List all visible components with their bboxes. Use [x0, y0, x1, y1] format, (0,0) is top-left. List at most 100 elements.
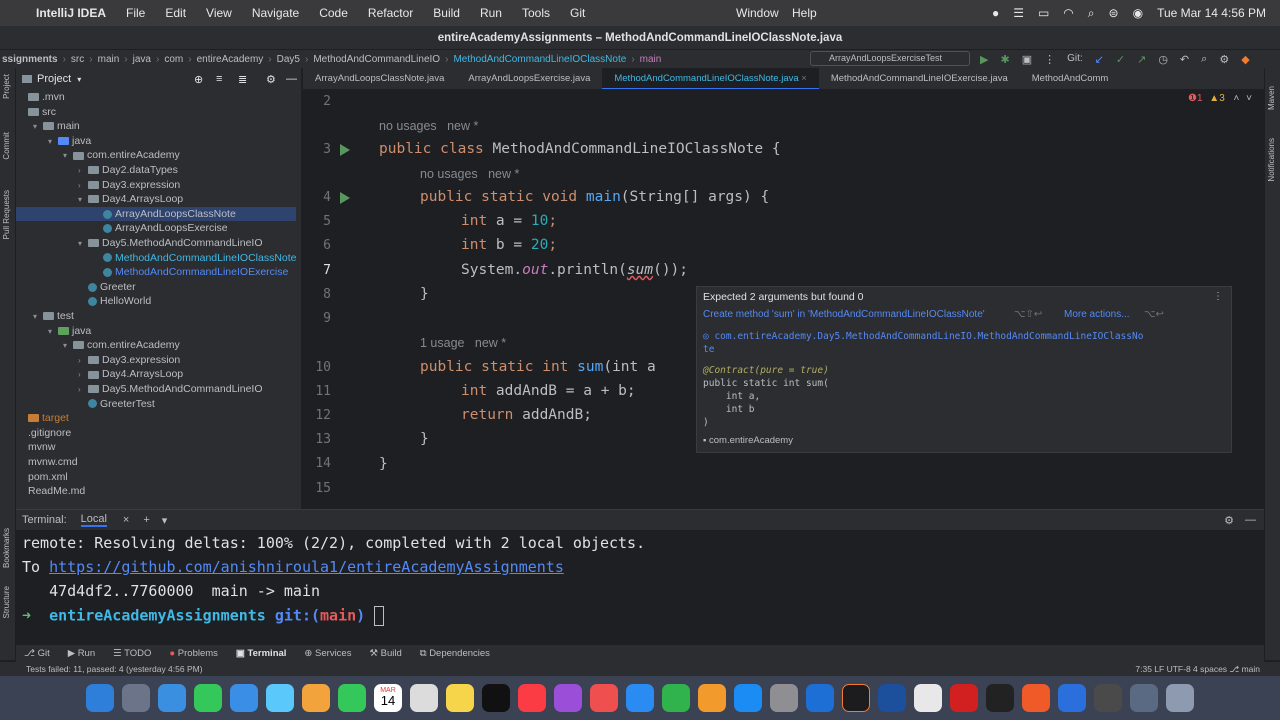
chevron-down-icon[interactable]: ˅ — [1246, 93, 1252, 104]
tree-item[interactable]: .mvn — [16, 90, 296, 105]
wifi-icon[interactable]: ◠ — [1063, 6, 1073, 20]
tree-item[interactable]: mvnw.cmd — [16, 455, 296, 470]
breadcrumb-method[interactable]: main — [640, 54, 662, 65]
toolwindow-todo[interactable]: ☰ TODO — [113, 648, 151, 659]
hide-panel-icon[interactable]: — — [286, 73, 297, 85]
breadcrumb-package[interactable]: MethodAndCommandLineIO — [313, 54, 440, 65]
breadcrumb-entireacademy[interactable]: entireAcademy — [197, 54, 264, 65]
search-everywhere-icon[interactable]: ⌕ — [1201, 53, 1207, 66]
qualified-name-link[interactable]: ◎ com.entireAcademy.Day5.MethodAndComman… — [703, 331, 1143, 342]
tree-item[interactable]: mvnw — [16, 440, 296, 455]
search-icon[interactable]: ⌕ — [1088, 6, 1095, 21]
control-center-icon[interactable]: ⊜ — [1109, 6, 1119, 20]
launchpad-icon[interactable] — [122, 684, 150, 712]
tree-item[interactable]: ArrayAndLoopsExercise — [16, 221, 296, 236]
system-settings-icon[interactable] — [770, 684, 798, 712]
menu-refactor[interactable]: Refactor — [368, 6, 413, 20]
battery-icon[interactable]: ▭ — [1038, 6, 1049, 20]
gear-icon[interactable]: ⚙ — [266, 73, 276, 86]
tree-item[interactable]: ▾ java — [16, 324, 296, 339]
git-update-icon[interactable]: ↙ — [1095, 53, 1104, 66]
more-options-icon[interactable]: ⋮ — [1213, 291, 1223, 302]
run-icon[interactable]: ▶ — [980, 53, 988, 66]
numbers-icon[interactable] — [662, 684, 690, 712]
notes-icon[interactable] — [446, 684, 474, 712]
tree-item[interactable]: .gitignore — [16, 426, 296, 441]
hide-panel-icon[interactable]: — — [1245, 514, 1256, 526]
pull-requests-tool-label[interactable]: Pull Requests — [2, 190, 11, 239]
chevron-right-icon[interactable]: › — [78, 368, 88, 383]
keynote-icon[interactable] — [626, 684, 654, 712]
postman-icon[interactable] — [1022, 684, 1050, 712]
webstorm-icon[interactable] — [878, 684, 906, 712]
calendar-icon[interactable]: MAR 14 — [374, 684, 402, 712]
tree-item[interactable]: ▾ test — [16, 309, 296, 324]
tree-item[interactable]: ▾ Day4.ArraysLoop — [16, 192, 296, 207]
menu-run[interactable]: Run — [480, 6, 502, 20]
app-menu[interactable]: IntelliJ IDEA — [36, 6, 106, 20]
run-configuration-selector[interactable]: ArrayAndLoopsExerciseTest — [810, 51, 970, 66]
tab-methodandcomm[interactable]: MethodAndComm — [1020, 68, 1121, 89]
menu-git[interactable]: Git — [570, 6, 585, 20]
close-icon[interactable]: × — [801, 73, 807, 84]
tree-item[interactable]: MethodAndCommandLineIOClassNote — [16, 251, 297, 266]
usages-hint[interactable]: no usages new * — [379, 119, 478, 133]
coverage-icon[interactable]: ▣ — [1022, 53, 1032, 66]
repo-url-link[interactable]: https://github.com/anishniroula1/entireA… — [49, 558, 564, 576]
chevron-down-icon[interactable]: ▾ — [162, 514, 168, 527]
chevron-up-icon[interactable]: ˄ — [1234, 93, 1240, 104]
usages-hint[interactable]: no usages new * — [420, 167, 519, 181]
terminal-prompt[interactable]: ➜ entireAcademyAssignments git:(main) — [22, 606, 385, 626]
tree-item[interactable]: ReadMe.md — [16, 484, 296, 499]
breadcrumb-com[interactable]: com — [164, 54, 183, 65]
tree-item[interactable]: ▾ main — [16, 119, 296, 134]
tree-item[interactable]: › Day5.MethodAndCommandLineIO — [16, 382, 296, 397]
podcasts-icon[interactable] — [554, 684, 582, 712]
git-push-icon[interactable]: ↗ — [1137, 53, 1146, 66]
chevron-down-icon[interactable]: ▾ — [48, 135, 58, 150]
tab-arrayandloopsexercise[interactable]: ArrayAndLoopsExercise.java — [456, 68, 602, 89]
breadcrumb-project[interactable]: ssignments — [2, 54, 58, 65]
expand-all-icon[interactable]: ≡ — [216, 73, 222, 85]
menu-tools[interactable]: Tools — [522, 6, 550, 20]
code-editor[interactable]: ❶1 ▲3 ˄ ˅ 2 3 4 5 6 7 8 9 10 11 12 13 14… — [303, 90, 1264, 509]
tree-item[interactable]: › Day3.expression — [16, 353, 296, 368]
news-icon[interactable] — [590, 684, 618, 712]
menu-help[interactable]: Help — [792, 6, 817, 20]
clock[interactable]: Tue Mar 14 4:56 PM — [1157, 6, 1266, 20]
menu-navigate[interactable]: Navigate — [252, 6, 299, 20]
apple-tv-icon[interactable] — [482, 684, 510, 712]
facetime-icon[interactable] — [338, 684, 366, 712]
menu-view[interactable]: View — [206, 6, 232, 20]
tree-item[interactable]: target — [16, 411, 296, 426]
status-message[interactable]: Tests failed: 11, passed: 4 (yesterday 4… — [26, 664, 203, 674]
menu-edit[interactable]: Edit — [165, 6, 186, 20]
tree-item[interactable]: › Day3.expression — [16, 178, 296, 193]
pages-icon[interactable] — [698, 684, 726, 712]
menu-window[interactable]: Window — [736, 6, 779, 20]
tree-item[interactable]: › Day4.ArraysLoop — [16, 367, 296, 382]
tree-item[interactable]: ▾ com.entireAcademy — [16, 148, 296, 163]
maven-tool-label[interactable]: Maven — [1267, 86, 1276, 110]
breadcrumb-java[interactable]: java — [133, 54, 151, 65]
tree-item[interactable]: src — [16, 105, 296, 120]
toolwindow-build[interactable]: ⚒ Build — [369, 648, 401, 659]
breadcrumb-day5[interactable]: Day5 — [277, 54, 300, 65]
keyboard-app-icon[interactable] — [1094, 684, 1122, 712]
record-icon[interactable]: ● — [992, 6, 999, 20]
chevron-down-icon[interactable]: ▾ — [63, 149, 73, 164]
chevron-down-icon[interactable]: ▾ — [33, 120, 43, 135]
toolwindow-run[interactable]: ▶ Run — [68, 648, 95, 659]
tree-item[interactable]: ▾ com.entireAcademy — [16, 338, 296, 353]
trash-icon[interactable] — [1166, 684, 1194, 712]
breadcrumb-src[interactable]: src — [71, 54, 84, 65]
chevron-right-icon[interactable]: › — [78, 383, 88, 398]
more-icon[interactable]: ⋮ — [1044, 53, 1055, 66]
settings-icon[interactable]: ⚙ — [1219, 53, 1229, 66]
terminal-tab-local[interactable]: Local — [80, 513, 107, 527]
create-method-action[interactable]: Create method 'sum' in 'MethodAndCommand… — [703, 309, 985, 320]
siri-icon[interactable]: ◉ — [1133, 6, 1143, 20]
tree-item[interactable]: ▾ java — [16, 134, 296, 149]
chevron-down-icon[interactable]: ▾ — [63, 339, 73, 354]
vpn-icon[interactable] — [1058, 684, 1086, 712]
